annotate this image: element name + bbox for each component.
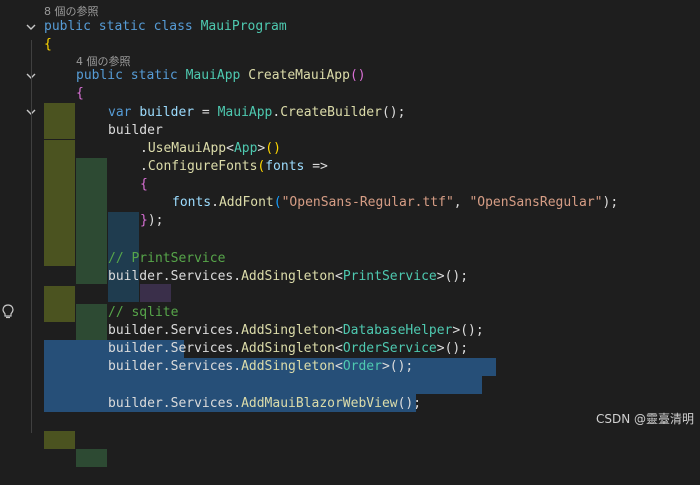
code-line: .UseMauiApp<App>() — [0, 140, 281, 230]
code-line: { — [0, 176, 148, 266]
code-line: { — [0, 85, 84, 139]
codelens-references[interactable]: 8 個の参照 — [44, 3, 99, 19]
code-line: // sqlite — [0, 304, 184, 358]
code-line: public static MauiApp CreateMauiApp() — [0, 67, 366, 121]
watermark: CSDN @靈臺清明 — [595, 412, 694, 426]
code-line: builder.Services.AddSingleton<Order>(); — [0, 358, 416, 412]
code-line: builder — [0, 122, 163, 194]
code-line: }); — [0, 212, 163, 302]
code-line: public static class MauiProgram — [44, 19, 287, 34]
code-editor[interactable]: 8 個の参照 4 個の参照 public static class MauiPr… — [0, 0, 700, 467]
code-line: builder.Services.AddSingleton<OrderServi… — [0, 340, 482, 394]
code-line: .ConfigureFonts(fonts => — [0, 158, 328, 248]
code-line: { — [44, 37, 52, 52]
code-line: var builder = MauiApp.CreateBuilder(); — [0, 104, 405, 176]
code-line: // PrintService — [0, 250, 225, 322]
code-line: fonts.AddFont("OpenSans-Regular.ttf", "O… — [0, 194, 618, 302]
code-line: builder.Services.AddSingleton<PrintServi… — [0, 268, 468, 340]
code-line: builder.Services.AddMauiBlazorWebView(); — [0, 395, 421, 467]
code-line: builder.Services.AddSingleton<DatabaseHe… — [0, 322, 496, 376]
